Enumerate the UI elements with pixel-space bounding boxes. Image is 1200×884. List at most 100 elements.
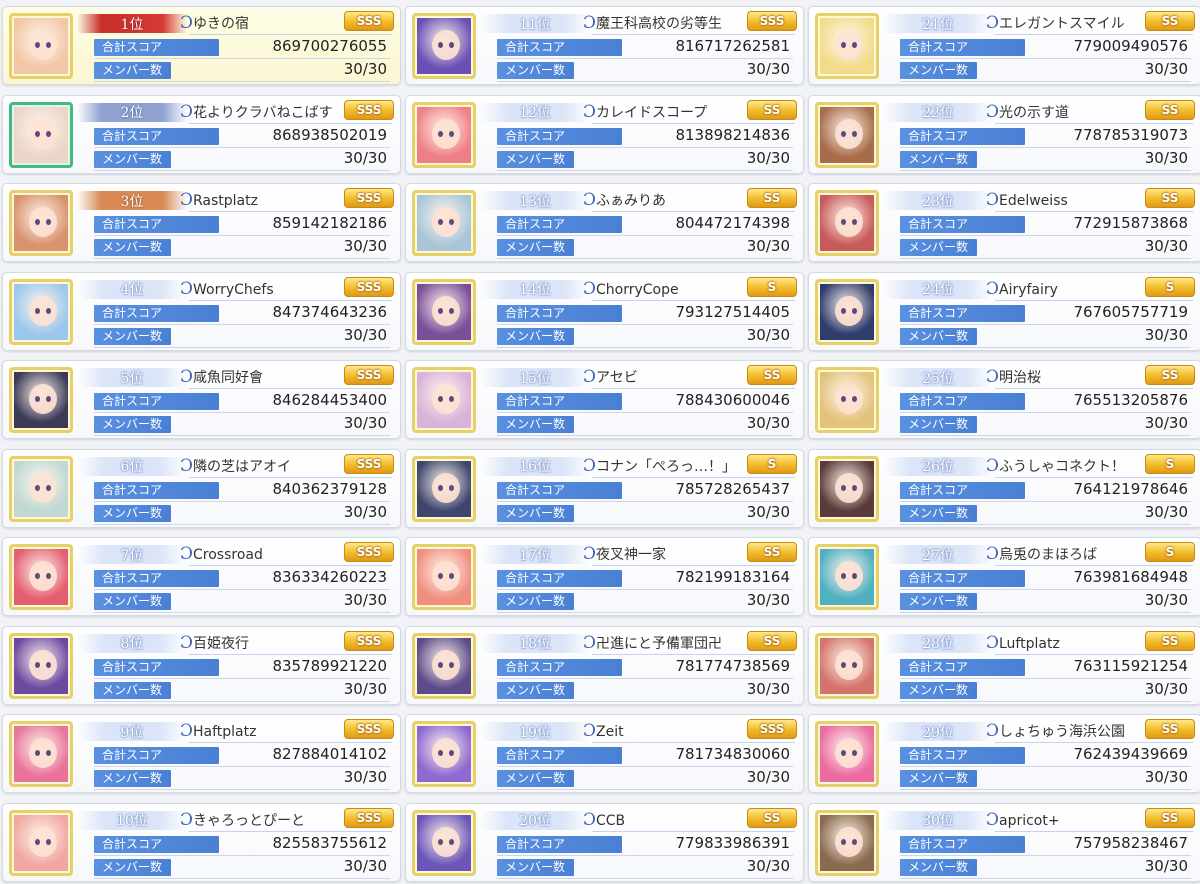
divider xyxy=(592,211,795,212)
score-value: 785728265437 xyxy=(675,479,790,498)
score-value: 781774738569 xyxy=(675,656,790,675)
clan-card[interactable]: 24位 Ɔ Airyfairy S 合計スコア 767605757719 メンバー数 30/3… xyxy=(808,271,1200,351)
clan-name: 光の示す道 xyxy=(999,104,1069,121)
clan-card[interactable]: 12位 Ɔ カレイドスコープ SS 合計スコア 813898214836 メンバー数 30/3… xyxy=(405,94,804,174)
portrait-eye xyxy=(438,838,443,845)
score-label: 合計スコア xyxy=(497,39,622,56)
clan-card[interactable]: 11位 Ɔ 魔王科高校の劣等生 SSS 合計スコア 816717262581 メンバー数 30… xyxy=(405,6,804,85)
portrait-face xyxy=(835,561,863,591)
score-value: 804472174398 xyxy=(675,214,790,232)
clan-name-swirl-icon: Ɔ xyxy=(180,190,194,210)
portrait-eye xyxy=(841,396,846,402)
clan-card[interactable]: 17位 Ɔ 夜叉神一家 SS 合計スコア 782199183164 メンバー数 30/30 xyxy=(405,537,804,616)
clan-name-swirl-icon: Ɔ xyxy=(180,809,194,830)
rank-ribbon: 22位 xyxy=(883,102,993,122)
portrait-eye xyxy=(841,750,846,756)
clan-card[interactable]: 15位 Ɔ アセビ SS 合計スコア 788430600046 メンバー数 30/30 xyxy=(405,360,804,439)
tier-badge: S xyxy=(747,453,797,474)
portrait-eye xyxy=(852,750,857,756)
clan-card[interactable]: 14位 Ɔ ChorryCope S 合計スコア 793127514405 メンバー数 30/… xyxy=(405,271,804,351)
score-label: 合計スコア xyxy=(900,216,1025,233)
clan-card[interactable]: 19位 Ɔ Zeit SSS 合計スコア 781734830060 メンバー数 30/30 xyxy=(405,714,804,793)
clan-card[interactable]: 6位 Ɔ 隣の芝はアオイ SSS 合計スコア 840362379128 メンバー数 30/30 xyxy=(2,448,401,528)
rank-ribbon: 21位 xyxy=(883,14,993,33)
clan-card[interactable]: 21位 Ɔ エレガントスマイル SS 合計スコア 779009490576 メンバー数 30/… xyxy=(808,6,1200,85)
clan-name: コナン「ぺろっ…！」 xyxy=(596,458,736,475)
clan-card[interactable]: 30位 Ɔapricot+ SS 合計スコア 757958238467 メンバー数 30/3… xyxy=(808,802,1200,882)
rank-ribbon: 9位 xyxy=(77,722,187,741)
divider xyxy=(900,169,1191,171)
members-label: メンバー数 xyxy=(497,593,574,610)
portrait-eye xyxy=(35,396,40,402)
portrait-face xyxy=(835,384,863,414)
divider xyxy=(900,589,1191,590)
tier-badge: SSS xyxy=(747,719,797,739)
clan-card[interactable]: 26位 Ɔ ふうしゃコネクト！ S 合計スコア 764121978646 メンバー数 30/3… xyxy=(808,448,1200,528)
clan-card[interactable]: 4位 Ɔ WorryChefs SSS 合計スコア 847374643236 メンバー数 30… xyxy=(2,271,401,351)
clan-name-swirl-icon: Ɔ xyxy=(583,721,597,741)
members-label: メンバー数 xyxy=(900,416,977,433)
portrait-eye xyxy=(841,42,846,48)
portrait-face xyxy=(29,207,57,237)
divider xyxy=(189,34,392,35)
clan-card[interactable]: 29位 Ɔ しょちゅう海浜公園 SS 合計スコア 762439439669 メンバー数 30/… xyxy=(808,714,1200,793)
tier-badge: SSS xyxy=(344,542,394,562)
portrait-eye xyxy=(438,219,443,225)
clan-card[interactable]: 16位 Ɔ コナン「ぺろっ…！」 S 合計スコア 785728265437 メンバー数 30/… xyxy=(405,448,804,528)
members-value: 30/30 xyxy=(1144,591,1188,609)
portrait-eye xyxy=(438,573,443,579)
score-label: 合計スコア xyxy=(900,393,1025,410)
clan-card[interactable]: 22位 Ɔ 光の示す道 SS 合計スコア 778785319073 メンバー数 30/30 xyxy=(808,94,1200,174)
portrait-eye xyxy=(35,219,40,225)
clan-card[interactable]: 2位 Ɔ 花よりクラバねこばす SSS 合計スコア 868938502019 メンバー数 30… xyxy=(2,94,401,174)
members-value: 30/30 xyxy=(1144,148,1188,167)
portrait-face xyxy=(29,30,57,60)
score-value: 840362379128 xyxy=(272,479,387,498)
leader-portrait xyxy=(412,455,476,522)
tier-badge: SSS xyxy=(344,188,394,208)
divider xyxy=(995,388,1193,389)
divider xyxy=(189,653,392,655)
clan-card[interactable]: 10位 Ɔ きゃろっとぴーと SSS 合計スコア 825583755612 メンバー数 30/… xyxy=(2,802,401,882)
tier-badge: SS xyxy=(747,542,797,562)
members-value: 30/30 xyxy=(343,414,387,432)
members-value: 30/30 xyxy=(1144,414,1188,432)
clan-name: 咸魚同好會 xyxy=(193,370,263,386)
clan-card[interactable]: 3位 Ɔ Rastplatz SSS 合計スコア 859142182186 メンバー数 30/… xyxy=(2,183,401,262)
tier-badge: SSS xyxy=(344,11,394,31)
clan-card[interactable]: 13位 Ɔ ふぁみりあ SS 合計スコア 804472174398 メンバー数 30/30 xyxy=(405,183,804,262)
clan-card[interactable]: 8位 Ɔ 百姫夜行 SSS 合計スコア 835789921220 メンバー数 30/30 xyxy=(2,625,401,705)
divider xyxy=(189,476,392,478)
clan-card[interactable]: 20位 Ɔ CCB SS 合計スコア 779833986391 メンバー数 30/30 xyxy=(405,802,804,882)
clan-card[interactable]: 23位 Ɔ Edelweiss SS 合計スコア 772915873868 メンバー数 30/… xyxy=(808,183,1200,262)
clan-card[interactable]: 25位 Ɔ 明治桜 SS 合計スコア 765513205876 メンバー数 30/30 xyxy=(808,360,1200,439)
clan-card[interactable]: 28位 Ɔ Luftplatz SS 合計スコア 763115921254 メンバー数 30/… xyxy=(808,625,1200,705)
clan-card[interactable]: 9位 Ɔ Haftplatz SSS 合計スコア 827884014102 メンバー数 30/… xyxy=(2,714,401,793)
members-label: メンバー数 xyxy=(497,150,574,168)
divider xyxy=(995,299,1193,301)
score-value: 779009490576 xyxy=(1073,37,1188,55)
score-label: 合計スコア xyxy=(94,835,219,853)
score-value: 757958238467 xyxy=(1073,833,1188,852)
score-value: 836334260223 xyxy=(272,568,387,586)
members-value: 30/30 xyxy=(1144,768,1188,786)
members-value: 30/30 xyxy=(746,60,790,78)
clan-card[interactable]: 27位 Ɔ 烏兎のまほろば S 合計スコア 763981684948 メンバー数 30/30 xyxy=(808,537,1200,616)
score-label: 合計スコア xyxy=(497,481,622,499)
clan-ranking-board: 1位 Ɔ ゆきの宿 SSS 合計スコア 869700276055 メンバー数 30/30 2位 Ɔ… xyxy=(0,0,1200,884)
clan-name-swirl-icon: Ɔ xyxy=(986,278,1000,299)
portrait-eye xyxy=(438,307,443,314)
portrait-eye xyxy=(35,838,40,845)
members-label: メンバー数 xyxy=(900,150,977,168)
clan-card[interactable]: 7位 Ɔ Crossroad SSS 合計スコア 836334260223 メンバー数 30/… xyxy=(2,537,401,616)
divider xyxy=(592,34,795,35)
leader-portrait xyxy=(9,278,73,345)
divider xyxy=(497,146,793,148)
divider xyxy=(497,877,793,879)
divider xyxy=(497,677,793,679)
clan-card[interactable]: 5位 Ɔ 咸魚同好會 SSS 合計スコア 846284453400 メンバー数 30/30 xyxy=(2,360,401,439)
portrait-face xyxy=(835,207,863,237)
tier-badge: SS xyxy=(747,807,797,828)
clan-card[interactable]: 1位 Ɔ ゆきの宿 SSS 合計スコア 869700276055 メンバー数 30/30 xyxy=(2,6,401,85)
clan-card[interactable]: 18位 Ɔ 卍進にと予備軍団卍 SS 合計スコア 781774738569 メンバー数 30/… xyxy=(405,625,804,705)
